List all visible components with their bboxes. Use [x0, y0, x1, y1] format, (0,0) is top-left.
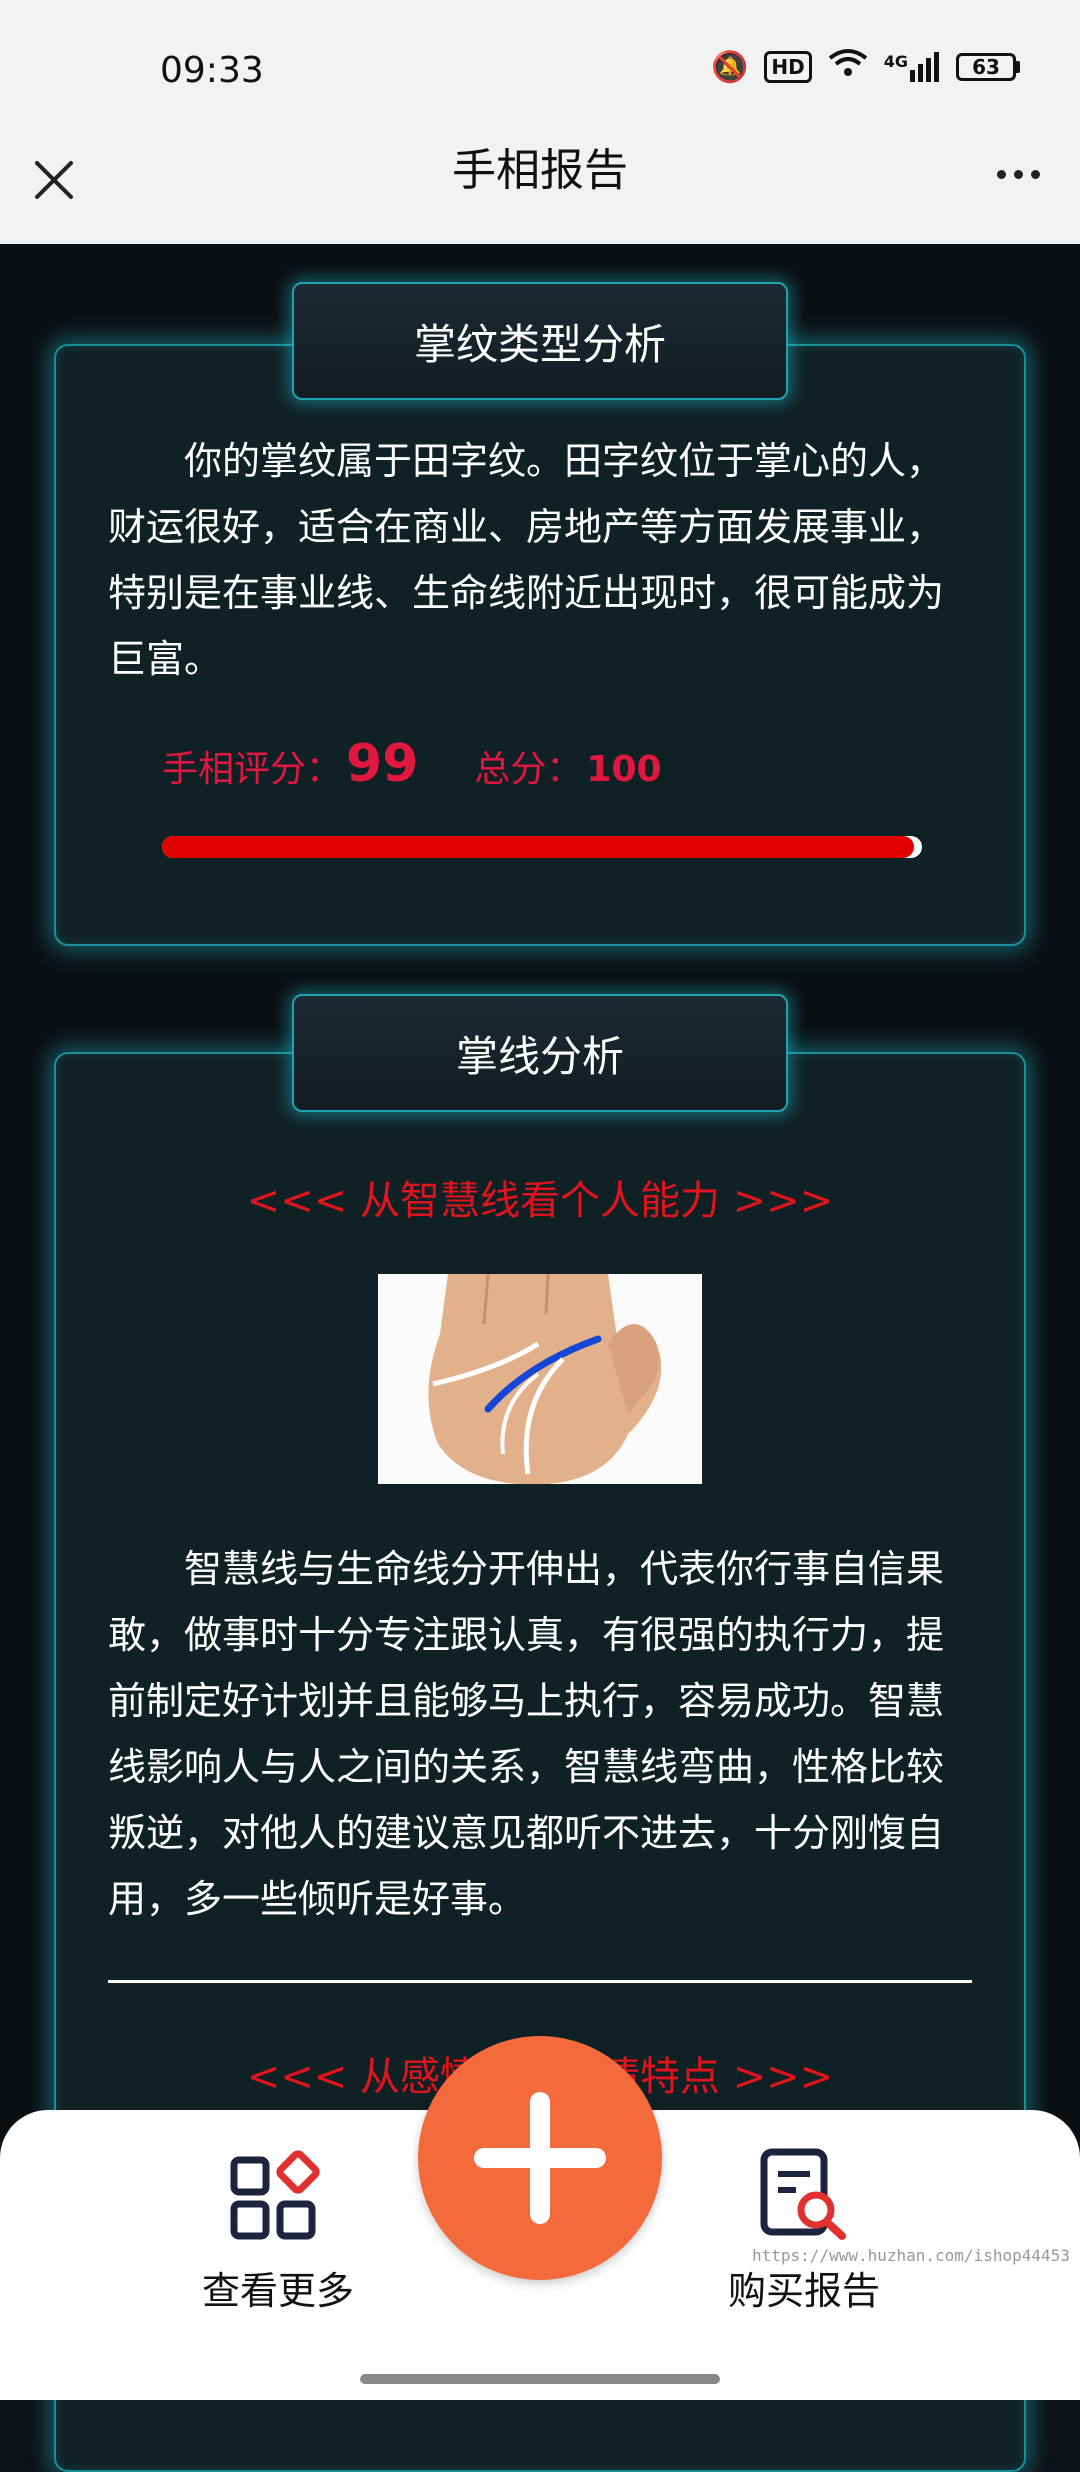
total-label: 总分： [474, 749, 583, 790]
divider [108, 1980, 972, 1983]
wifi-icon [828, 48, 868, 86]
palm-type-tab: 掌纹类型分析 [292, 282, 788, 400]
score-row: 手相评分： 99 总分： 100 [162, 734, 662, 794]
buy-report-button[interactable]: 购买报告 [684, 2146, 924, 2315]
battery-icon: 63 [956, 53, 1020, 81]
palm-type-description: 你的掌纹属于田字纹。田字纹位于掌心的人，财运很好，适合在商业、房地产等方面发展事… [108, 439, 945, 681]
add-button[interactable] [418, 2036, 662, 2280]
score-label: 手相评分： [162, 749, 343, 790]
mute-icon: 🔕 [711, 49, 749, 85]
score-value: 99 [346, 734, 419, 794]
hd-icon: HD [764, 51, 812, 83]
home-indicator[interactable] [0, 2358, 1080, 2400]
wisdom-line-heading: <<< 从智慧线看个人能力 >>> [246, 1178, 834, 1224]
title-bar: 手相报告 [0, 110, 1080, 244]
signal-icon: 4G [884, 52, 940, 82]
palm-lines-tab: 掌线分析 [292, 994, 788, 1112]
view-more-button[interactable]: 查看更多 [158, 2146, 398, 2315]
wisdom-line-text: 智慧线与生命线分开伸出，代表你行事自信果敢，做事时十分专注跟认真，有很强的执行力… [108, 1547, 945, 1921]
watermark-text: https://www.huzhan.com/ishop44453 [752, 2246, 1070, 2265]
battery-level: 63 [956, 53, 1016, 81]
palm-image [378, 1274, 702, 1484]
grid-icon [230, 2150, 320, 2240]
page-title: 手相报告 [452, 145, 628, 196]
total-value: 100 [586, 749, 662, 790]
buy-report-label: 购买报告 [727, 2269, 880, 2313]
network-type: 4G [883, 52, 908, 71]
status-icons: 🔕 HD 4G 63 [711, 48, 1020, 86]
report-search-icon [760, 2148, 846, 2240]
view-more-label: 查看更多 [201, 2269, 354, 2313]
status-time: 09:33 [160, 50, 264, 91]
score-bar-fill [162, 836, 915, 858]
more-menu-icon[interactable] [997, 170, 1040, 179]
